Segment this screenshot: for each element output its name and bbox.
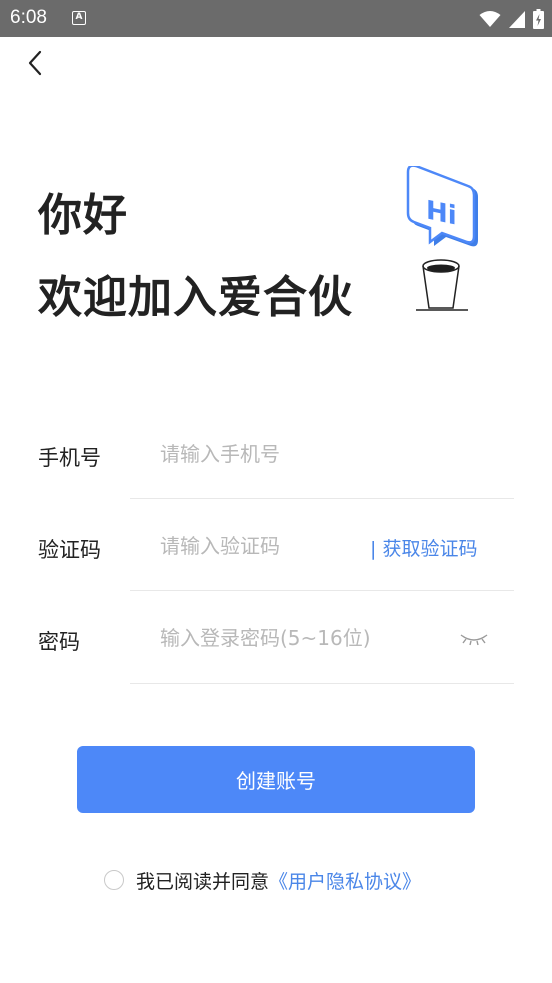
chevron-left-icon bbox=[28, 50, 42, 76]
agreement-checkbox[interactable] bbox=[104, 870, 124, 890]
phone-row: 手机号 bbox=[0, 408, 552, 500]
divider bbox=[130, 590, 514, 591]
back-button[interactable] bbox=[18, 46, 52, 80]
divider bbox=[130, 683, 514, 684]
get-code-button[interactable]: | 获取验证码 bbox=[370, 534, 477, 561]
signal-icon bbox=[509, 10, 525, 28]
battery-charging-icon bbox=[533, 9, 544, 29]
code-label: 验证码 bbox=[38, 538, 101, 562]
agreement-row: 我已阅读并同意 《用户隐私协议》 bbox=[104, 867, 421, 893]
code-row: 验证码 | 获取验证码 bbox=[0, 500, 552, 592]
wifi-icon bbox=[479, 11, 501, 27]
coffee-cup-icon bbox=[416, 259, 468, 311]
divider bbox=[130, 498, 514, 499]
password-row: 密码 bbox=[0, 592, 552, 684]
privacy-policy-link[interactable]: 《用户隐私协议》 bbox=[269, 867, 421, 894]
phone-input[interactable] bbox=[160, 439, 500, 469]
status-bar: 6:08 A bbox=[0, 0, 552, 37]
status-time: 6:08 bbox=[10, 7, 47, 28]
a-notification-icon: A bbox=[72, 11, 86, 25]
hi-bubble-icon: Hi bbox=[406, 166, 478, 247]
code-input[interactable] bbox=[160, 531, 360, 561]
status-icons bbox=[479, 8, 544, 30]
greeting-title: 你好 bbox=[38, 190, 128, 241]
agreement-text: 我已阅读并同意 bbox=[136, 870, 270, 893]
create-account-button[interactable]: 创建账号 bbox=[77, 746, 475, 813]
phone-label: 手机号 bbox=[38, 446, 101, 470]
password-input[interactable] bbox=[160, 623, 450, 653]
welcome-title: 欢迎加入爱合伙 bbox=[38, 272, 353, 323]
password-label: 密码 bbox=[38, 630, 80, 654]
eye-closed-icon[interactable] bbox=[458, 630, 490, 650]
